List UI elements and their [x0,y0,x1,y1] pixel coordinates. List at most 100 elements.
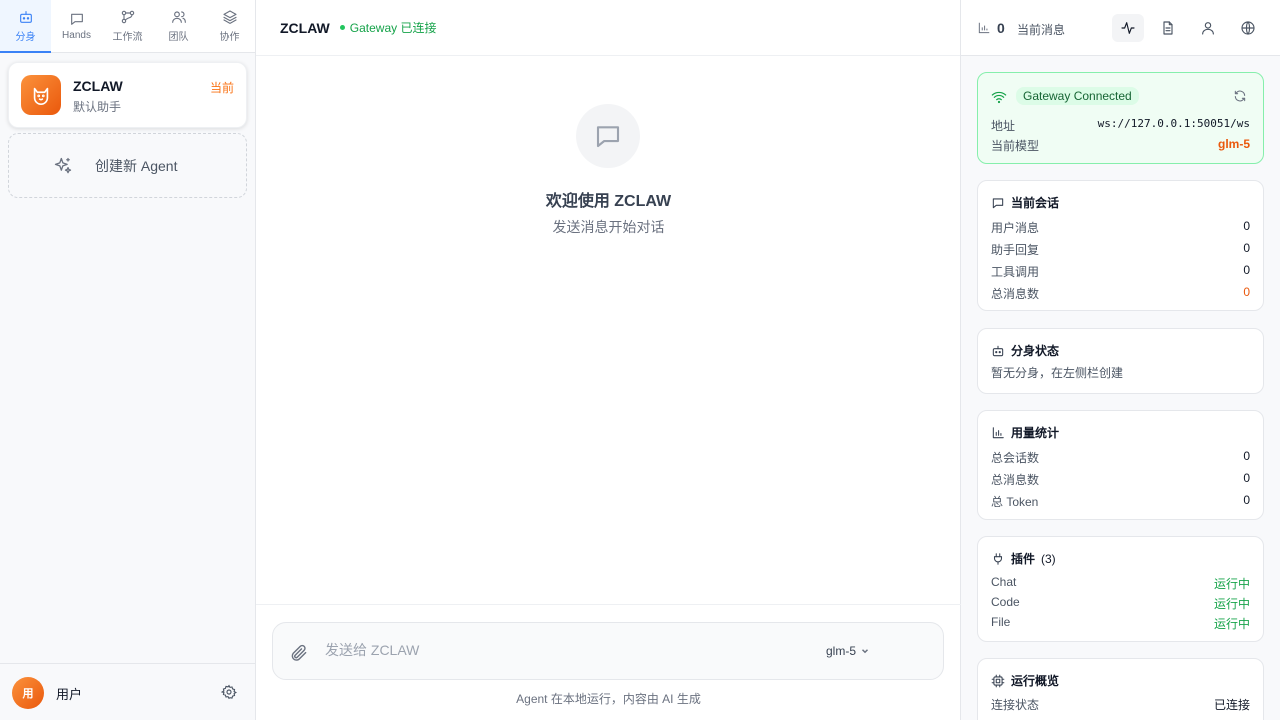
stat-row: 总消息数 0 [991,471,1250,487]
plug-icon [991,552,1005,566]
users-icon [171,9,187,25]
bot-icon [18,9,34,25]
gateway-status: Gateway 已连接 [339,19,437,36]
stat-row: 用户消息 0 [991,219,1250,235]
stat-row: 总 Token 0 [991,493,1250,509]
card-title-text: 运行概览 [1011,674,1060,688]
overview-card: 运行概览 连接状态 已连接 [977,658,1264,720]
stat-row: 总会话数 0 [991,449,1250,465]
model-select[interactable]: glm-5 [826,644,870,658]
sidebar-tabs: 分身 Hands 工作流 团队 协作 [0,0,255,53]
agent-description: 默认助手 [73,100,122,114]
activity-icon [1120,20,1136,36]
gateway-model-label: 当前模型 [991,139,1040,153]
stat-row: 总消息数 0 [991,285,1250,301]
stat-label: 助手回复 [991,243,1040,257]
session-card-title: 当前会话 [991,194,1059,211]
gateway-status-text: Gateway 已连接 [349,21,437,35]
card-title-text: 用量统计 [1011,426,1060,440]
gateway-model-row: 当前模型 glm-5 [991,137,1250,154]
plugin-status: 运行中 [1213,597,1250,611]
cpu-icon [991,674,1005,688]
plugin-row: Code 运行中 [991,595,1250,611]
gateway-address-row: 地址 ws://127.0.0.1:50051/ws [991,117,1250,134]
user-avatar[interactable]: 用 [12,677,44,709]
document-tab-button[interactable] [1152,14,1184,42]
document-icon [1160,20,1176,36]
plugin-status: 运行中 [1213,577,1250,591]
overview-card-title: 运行概览 [991,672,1059,689]
stat-value: 0 [1243,263,1250,277]
gateway-card: Gateway Connected 地址 ws://127.0.0.1:5005… [977,72,1264,164]
plugin-name: Code [991,595,1020,609]
usage-card-title: 用量统计 [991,424,1059,441]
message-icon [69,11,85,27]
attach-paperclip-icon[interactable] [289,643,309,663]
bot-icon [991,344,1005,358]
stat-row: 连接状态 已连接 [991,696,1250,712]
stat-label: 总 Token [991,495,1039,509]
stat-label: 总会话数 [991,451,1040,465]
current-badge: 当前 [209,81,234,95]
plugin-name: Chat [991,575,1017,589]
tab-label: 分身 [15,32,36,43]
gateway-address-label: 地址 [991,119,1016,133]
stat-row: 助手回复 0 [991,241,1250,257]
right-panel: 0 当前消息 Gateway Connected 地址 ws://127.0.0… [961,0,1280,720]
stat-value: 已连接 [1213,698,1250,712]
user-name: 用户 [56,687,83,702]
tab-collab[interactable]: 协作 [204,0,255,52]
tab-hands[interactable]: Hands [51,0,102,52]
stat-value: 0 [1243,449,1250,463]
tab-team[interactable]: 团队 [153,0,204,52]
model-select-value: glm-5 [826,644,857,658]
user-bar: 用 用户 [0,663,255,720]
card-title-text: 当前会话 [1011,196,1060,210]
card-title-text: 插件 [1011,552,1036,566]
clone-status-title: 分身状态 [991,342,1059,359]
workflow-icon [120,9,136,25]
stat-label: 工具调用 [991,265,1040,279]
stat-label: 总消息数 [991,473,1040,487]
right-header: 0 当前消息 [961,0,1280,56]
stat-row: 工具调用 0 [991,263,1250,279]
left-sidebar: 分身 Hands 工作流 团队 协作 ZCLAW 默认助手 当前 创建新 Age… [0,0,256,720]
stat-value: 0 [1243,241,1250,255]
globe-tab-button[interactable] [1232,14,1264,42]
gateway-model-value: glm-5 [1217,137,1250,151]
welcome-subtitle: 发送消息开始对话 [552,219,665,235]
message-input[interactable] [325,637,765,663]
agent-card-zclaw[interactable]: ZCLAW 默认助手 当前 [8,62,247,128]
session-card: 当前会话 用户消息 0 助手回复 0 工具调用 0 总消息数 0 [977,180,1264,311]
plugin-row: File 运行中 [991,615,1250,631]
stat-label: 连接状态 [991,698,1040,712]
plugins-card: 插件 (3) Chat 运行中 Code 运行中 File 运行中 [977,536,1264,642]
stat-label: 用户消息 [991,221,1040,235]
tab-label: 团队 [168,32,189,43]
agent-avatar [21,75,61,115]
message-count: 0 [977,20,1005,36]
chevron-down-icon [860,646,870,656]
card-title-text: 分身状态 [1011,344,1060,358]
stat-value: 0 [1243,285,1250,299]
agent-name: ZCLAW [73,78,123,94]
tab-label: Hands [62,30,91,41]
plugin-row: Chat 运行中 [991,575,1250,591]
tab-workflow[interactable]: 工作流 [102,0,153,52]
clone-status-card: 分身状态 暂无分身，在左侧栏创建 [977,328,1264,394]
welcome-chat-icon [576,104,640,168]
globe-icon [1240,20,1256,36]
user-tab-button[interactable] [1192,14,1224,42]
gateway-connected-badge: Gateway Connected [1016,87,1139,105]
stat-value: 0 [1243,219,1250,233]
stat-value: 0 [1243,493,1250,507]
plugins-count: (3) [1041,551,1056,566]
refresh-icon[interactable] [1233,89,1247,103]
settings-gear-icon[interactable] [221,684,237,700]
create-agent-button[interactable]: 创建新 Agent [8,133,247,198]
stat-value: 0 [1243,471,1250,485]
chat-header: ZCLAW Gateway 已连接 [256,0,960,56]
activity-tab-button[interactable] [1112,14,1144,42]
chat-title: ZCLAW [280,19,330,36]
tab-clones[interactable]: 分身 [0,0,51,53]
